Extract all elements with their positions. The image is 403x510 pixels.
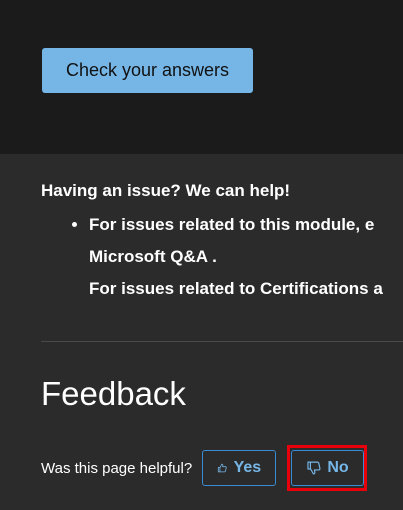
yes-label: Yes: [233, 459, 262, 476]
microsoft-qa-link[interactable]: Microsoft Q&A .: [89, 241, 403, 273]
section-divider: [41, 341, 403, 342]
no-label: No: [327, 459, 349, 476]
help-item-module: For issues related to this module, e Mic…: [89, 209, 403, 273]
feedback-heading: Feedback: [41, 375, 186, 412]
help-item-certifications-text: For issues related to Certifications a: [89, 279, 383, 298]
no-highlight-box: No: [287, 445, 368, 491]
no-button[interactable]: No: [290, 450, 364, 486]
thumbs-up-icon: [218, 463, 227, 473]
yes-button[interactable]: Yes: [202, 450, 277, 486]
page-helpful-row: Was this page helpful? Yes No: [41, 445, 368, 491]
thumbs-down-icon: [307, 461, 321, 475]
check-answers-button[interactable]: Check your answers: [42, 48, 253, 93]
help-item-module-text: For issues related to this module, e: [89, 215, 375, 234]
help-section: Having an issue? We can help! For issues…: [41, 179, 403, 305]
help-item-certifications: For issues related to Certifications a: [89, 273, 403, 305]
help-list: For issues related to this module, e Mic…: [41, 209, 403, 305]
help-title: Having an issue? We can help!: [41, 181, 291, 200]
page-helpful-question: Was this page helpful?: [41, 459, 193, 477]
quiz-panel: Check your answers: [0, 0, 403, 154]
